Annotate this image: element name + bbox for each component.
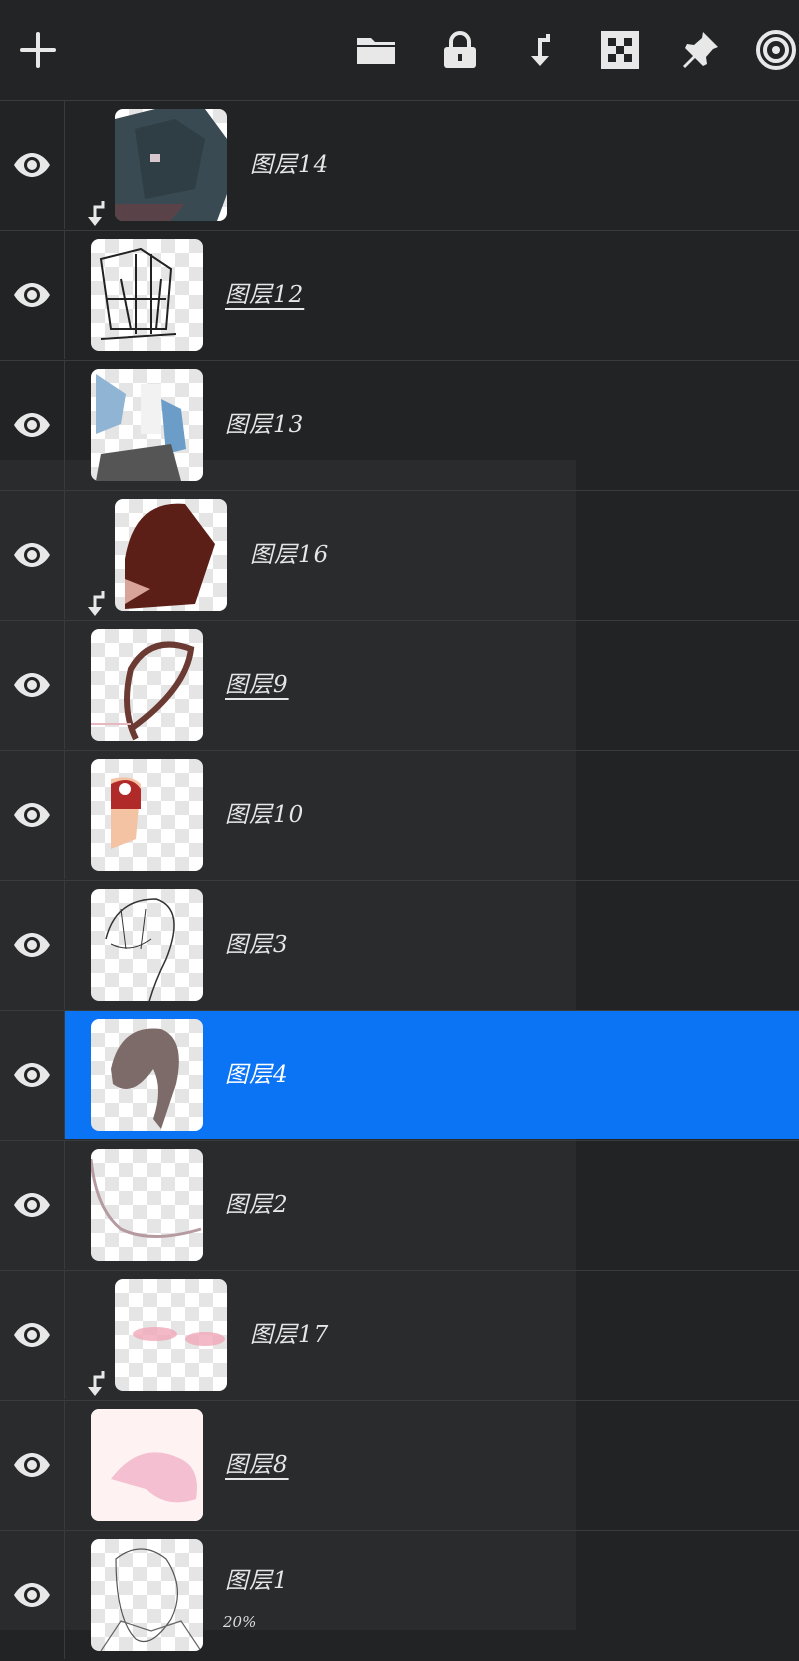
layer-thumbnail[interactable] — [91, 1539, 203, 1651]
visibility-toggle[interactable] — [0, 101, 65, 229]
layer-list: 图层14 图层12 图层13 图层16 图层9 图层10 图层3 图层4 图层2 图层17 图层8 图… — [0, 100, 799, 1661]
layer-row[interactable]: 图层13 — [0, 360, 799, 489]
layer-name: 图层14 — [250, 152, 330, 178]
eye-icon — [12, 1321, 52, 1349]
eye-icon — [12, 1581, 52, 1609]
clipping-arrow-icon — [85, 199, 107, 229]
layer-thumbnail[interactable] — [115, 1279, 227, 1391]
visibility-toggle[interactable] — [0, 361, 65, 489]
visibility-toggle[interactable] — [0, 881, 65, 1009]
layer-name: 图层8 — [225, 1452, 289, 1478]
clipping-mask-button[interactable] — [516, 26, 564, 74]
visibility-toggle[interactable] — [0, 751, 65, 879]
layer-row[interactable]: 图层14 — [0, 100, 799, 229]
visibility-toggle[interactable] — [0, 1271, 65, 1399]
plus-icon — [20, 32, 56, 68]
layer-row-body[interactable]: 图层9 — [65, 621, 799, 749]
layer-row[interactable]: 图层9 — [0, 620, 799, 749]
layer-row-body[interactable]: 图层1 20% — [65, 1531, 799, 1659]
pin-layer-button[interactable] — [676, 26, 724, 74]
layer-row-body[interactable]: 图层4 — [65, 1011, 799, 1139]
reference-layer-button[interactable] — [752, 26, 799, 74]
folder-icon — [357, 38, 395, 64]
pin-icon — [683, 32, 718, 68]
layer-thumbnail[interactable] — [91, 889, 203, 1001]
layer-row[interactable]: 图层1 20% — [0, 1530, 799, 1659]
layer-name: 图层4 — [225, 1062, 289, 1088]
eye-icon — [12, 1451, 52, 1479]
layer-name: 图层3 — [225, 932, 289, 958]
layer-row-body[interactable]: 图层3 — [65, 881, 799, 1009]
spiral-icon — [756, 30, 796, 70]
eye-icon — [12, 411, 52, 439]
eye-icon — [12, 1061, 52, 1089]
layer-row[interactable]: 图层3 — [0, 880, 799, 1009]
eye-icon — [12, 151, 52, 179]
layer-opacity: 20% — [223, 1613, 257, 1631]
layer-row-body[interactable]: 图层17 — [65, 1271, 799, 1399]
visibility-toggle[interactable] — [0, 1531, 65, 1659]
eye-icon — [12, 801, 52, 829]
layer-row-body[interactable]: 图层8 — [65, 1401, 799, 1529]
layer-row-body[interactable]: 图层13 — [65, 361, 799, 489]
layer-row-body[interactable]: 图层16 — [65, 491, 799, 619]
layer-row-body[interactable]: 图层2 — [65, 1141, 799, 1269]
layer-thumbnail[interactable] — [115, 499, 227, 611]
clipping-arrow-icon — [85, 589, 107, 619]
eye-icon — [12, 671, 52, 699]
layer-row[interactable]: 图层4 — [0, 1010, 799, 1139]
add-layer-button[interactable] — [14, 26, 62, 74]
lock-layer-button[interactable] — [436, 26, 484, 74]
layer-toolbar — [0, 0, 799, 100]
layer-row[interactable]: 图层12 — [0, 230, 799, 359]
layer-name: 图层10 — [225, 802, 305, 828]
clip-arrow-icon — [531, 34, 550, 66]
eye-icon — [12, 281, 52, 309]
alpha-lock-button[interactable] — [596, 26, 644, 74]
visibility-toggle[interactable] — [0, 1011, 65, 1139]
layer-row[interactable]: 图层2 — [0, 1140, 799, 1269]
layer-name: 图层2 — [225, 1192, 289, 1218]
visibility-toggle[interactable] — [0, 491, 65, 619]
layer-name: 图层1 — [225, 1568, 289, 1594]
layer-thumbnail[interactable] — [91, 629, 203, 741]
layer-name: 图层13 — [225, 412, 305, 438]
visibility-toggle[interactable] — [0, 621, 65, 749]
eye-icon — [12, 931, 52, 959]
layer-row-body[interactable]: 图层12 — [65, 231, 799, 359]
layer-thumbnail[interactable] — [91, 239, 203, 351]
layer-row[interactable]: 图层8 — [0, 1400, 799, 1529]
layer-name: 图层9 — [225, 672, 289, 698]
visibility-toggle[interactable] — [0, 1401, 65, 1529]
layer-thumbnail[interactable] — [91, 1409, 203, 1521]
layer-row[interactable]: 图层16 — [0, 490, 799, 619]
checker-icon — [601, 31, 639, 69]
layer-name: 图层17 — [250, 1322, 330, 1348]
eye-icon — [12, 1191, 52, 1219]
layer-row[interactable]: 图层10 — [0, 750, 799, 879]
clipping-arrow-icon — [85, 1369, 107, 1399]
layer-row-body[interactable]: 图层14 — [65, 101, 799, 229]
layer-name: 图层16 — [250, 542, 330, 568]
eye-icon — [12, 541, 52, 569]
layer-name: 图层12 — [225, 282, 305, 308]
group-folder-button[interactable] — [352, 26, 400, 74]
lock-icon — [444, 31, 476, 68]
layer-row[interactable]: 图层17 — [0, 1270, 799, 1399]
visibility-toggle[interactable] — [0, 1141, 65, 1269]
visibility-toggle[interactable] — [0, 231, 65, 359]
layer-thumbnail[interactable] — [115, 109, 227, 221]
layer-thumbnail[interactable] — [91, 1019, 203, 1131]
layer-row-body[interactable]: 图层10 — [65, 751, 799, 879]
layer-thumbnail[interactable] — [91, 369, 203, 481]
layer-thumbnail[interactable] — [91, 759, 203, 871]
layer-thumbnail[interactable] — [91, 1149, 203, 1261]
